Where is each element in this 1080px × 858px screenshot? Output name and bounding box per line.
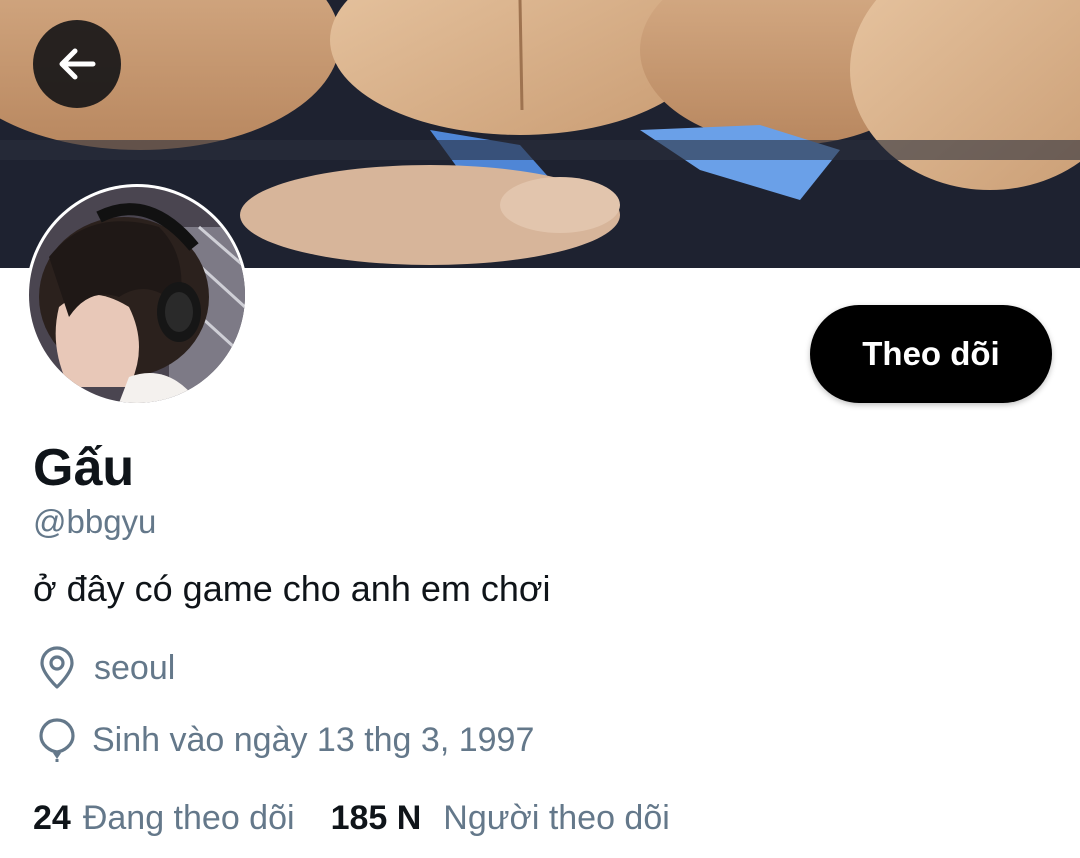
avatar-image — [29, 187, 245, 403]
arrow-left-icon — [59, 48, 96, 80]
followers-label[interactable]: Người theo dõi — [443, 796, 670, 840]
location-pin-icon — [34, 645, 80, 691]
profile-bio: ở đây có game cho anh em chơi — [33, 568, 551, 609]
following-count[interactable]: 24 — [33, 796, 71, 840]
back-button[interactable] — [33, 20, 121, 108]
location-row: seoul — [34, 645, 175, 691]
balloon-icon — [34, 717, 80, 763]
avatar[interactable] — [26, 184, 248, 406]
followers-count[interactable]: 185 N — [331, 796, 422, 840]
following-label[interactable]: Đang theo dõi — [83, 796, 295, 840]
birthday-row: Sinh vào ngày 13 thg 3, 1997 — [34, 717, 534, 763]
birthday-text: Sinh vào ngày 13 thg 3, 1997 — [92, 721, 535, 759]
follow-button[interactable]: Theo dõi — [810, 305, 1052, 403]
username-handle: @bbgyu — [33, 503, 157, 540]
follow-stats: 24 Đang theo dõi 185 N Người theo dõi — [33, 796, 670, 840]
display-name: Gấu — [33, 439, 135, 497]
location-text: seoul — [94, 649, 176, 687]
